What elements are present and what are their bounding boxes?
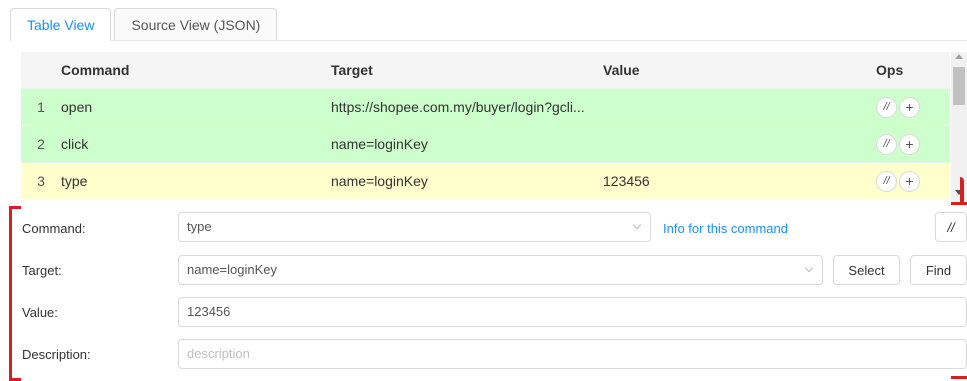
row-value: 123456 [603, 173, 650, 189]
header-ops: Ops [876, 62, 904, 78]
comment-out-button[interactable]: // [876, 96, 897, 118]
row-index: 3 [37, 173, 45, 189]
comment-out-button[interactable]: // [876, 133, 897, 155]
table-scrollbar[interactable] [951, 52, 967, 201]
select-button[interactable]: Select [833, 255, 900, 285]
row-index: 1 [37, 99, 45, 115]
row-target: name=loginKey [331, 136, 428, 152]
annotation-bracket-left-top [9, 206, 21, 209]
scroll-up-arrow-icon[interactable] [955, 54, 963, 59]
annotation-bracket-right [960, 177, 964, 205]
add-command-button[interactable]: + [899, 133, 920, 155]
command-label: Command: [22, 221, 86, 236]
command-editor: Command: type Info for this command // T… [0, 205, 967, 381]
header-target: Target [331, 62, 373, 78]
command-table: Command Target Value Ops 1 open https://… [21, 52, 950, 201]
target-input[interactable]: name=loginKey [178, 255, 823, 285]
row-ops: // + [876, 96, 950, 118]
target-label: Target: [22, 263, 62, 278]
description-input[interactable]: description [178, 339, 967, 369]
annotation-bracket-left [9, 206, 12, 381]
row-index: 2 [37, 136, 45, 152]
value-input[interactable]: 123456 [178, 297, 967, 327]
add-command-button[interactable]: + [899, 170, 920, 192]
annotation-bracket-right-top [951, 202, 967, 205]
tab-source-view[interactable]: Source View (JSON) [114, 8, 278, 41]
table-row[interactable]: 2 click name=loginKey // + [21, 125, 950, 162]
header-value: Value [603, 62, 640, 78]
tabs-divider [10, 40, 967, 41]
row-target: name=loginKey [331, 173, 428, 189]
annotation-bracket-right-bottom [951, 376, 967, 379]
row-ops: // + [876, 170, 950, 192]
row-command: type [61, 173, 88, 189]
view-tabs: Table View Source View (JSON) [10, 8, 280, 41]
command-input[interactable]: type [178, 212, 651, 242]
row-command: open [61, 99, 93, 115]
description-label: Description: [22, 347, 91, 362]
table-row[interactable]: 1 open https://shopee.com.my/buyer/login… [21, 88, 950, 125]
value-label: Value: [22, 305, 58, 320]
info-for-command-link[interactable]: Info for this command [663, 221, 788, 236]
find-button[interactable]: Find [910, 255, 967, 285]
table-header: Command Target Value Ops [21, 52, 950, 88]
table-row[interactable]: 3 type name=loginKey 123456 // + [21, 162, 950, 199]
header-command: Command [61, 62, 130, 78]
comment-out-button[interactable]: // [876, 170, 897, 192]
row-command: click [61, 136, 89, 152]
add-command-button[interactable]: + [899, 96, 920, 118]
row-ops: // + [876, 133, 950, 155]
comment-toggle-button[interactable]: // [935, 212, 967, 242]
scroll-thumb[interactable] [953, 67, 965, 105]
row-target: https://shopee.com.my/buyer/login?gcli..… [331, 99, 585, 115]
tab-table-view[interactable]: Table View [10, 8, 112, 41]
